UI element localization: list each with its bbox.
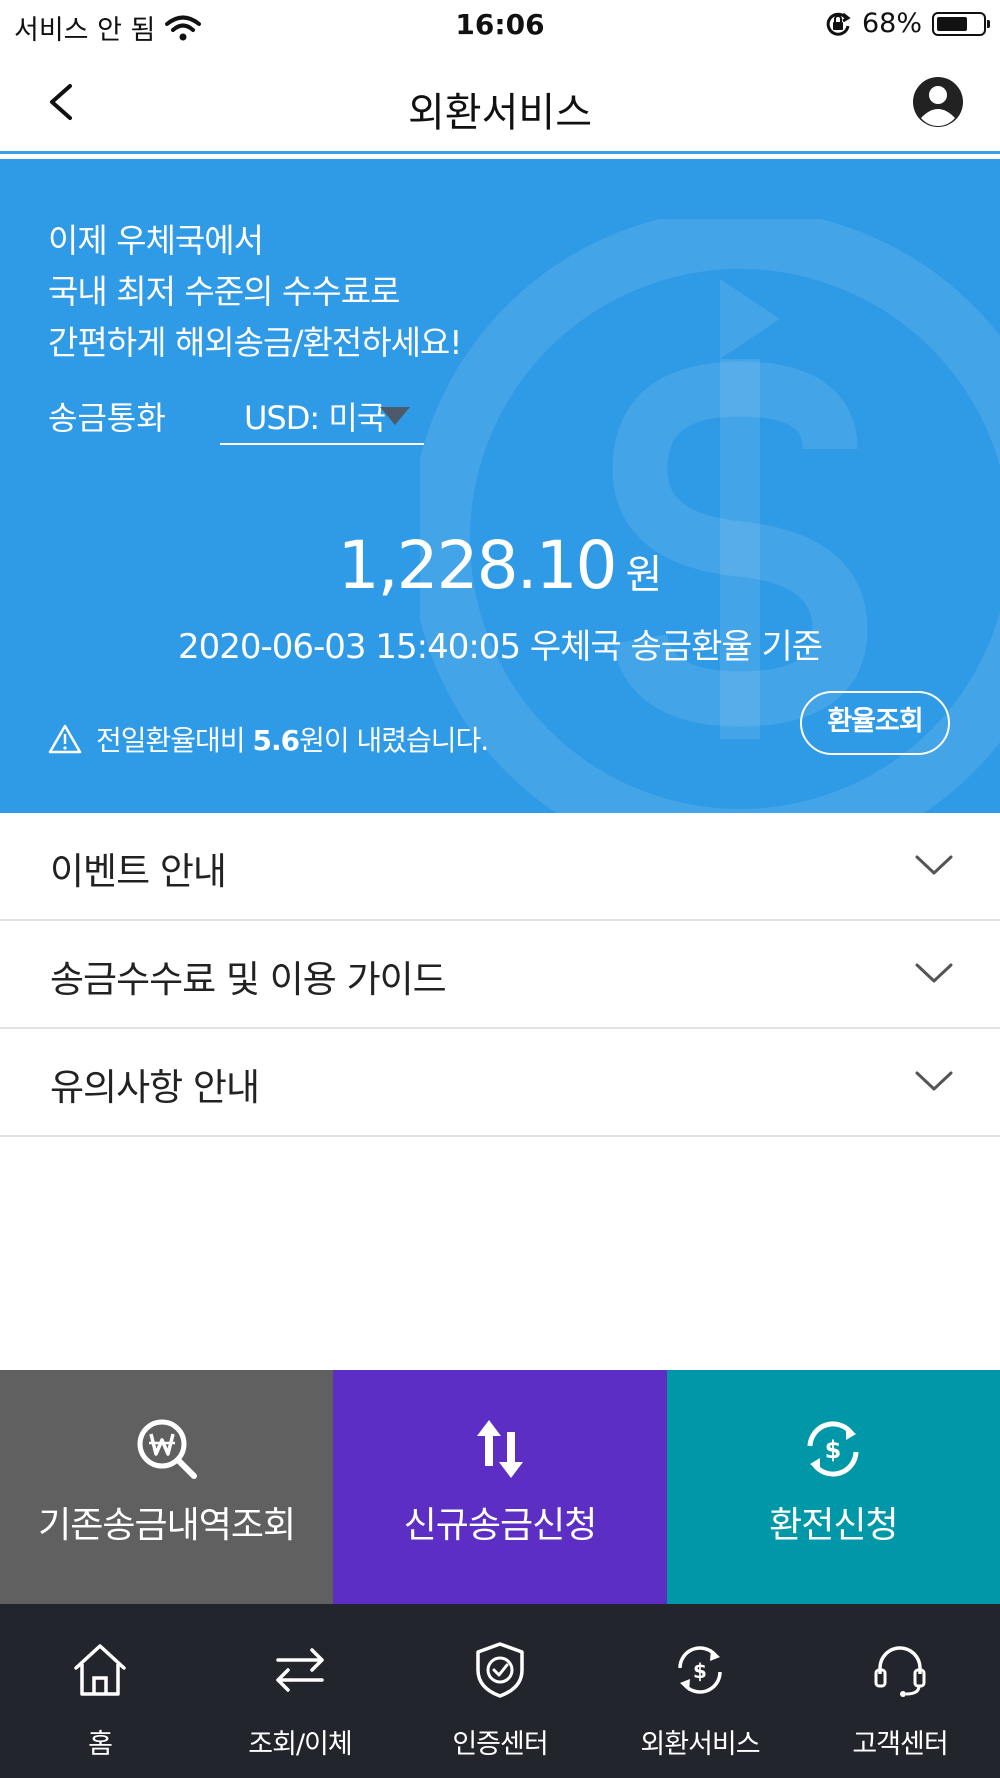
- status-right: 68%: [824, 8, 990, 39]
- accordion-label: 유의사항 안내: [50, 1066, 260, 1109]
- profile-button[interactable]: [912, 76, 964, 128]
- tab-label: 고객센터: [852, 1729, 948, 1760]
- bottom-tab-bar: 홈 조회/이체 인증센터 $ 외환서비스 고객센터: [0, 1604, 1000, 1778]
- currency-value: USD: 미국: [244, 399, 386, 437]
- home-icon: [74, 1644, 126, 1696]
- hero-line-1: 이제 우체국에서: [48, 221, 264, 260]
- exchange-dollar-icon: $: [807, 1421, 859, 1477]
- rate-lookup-button[interactable]: 환율조회: [800, 691, 950, 755]
- rate-value: 1,228.10: [337, 527, 618, 604]
- orientation-lock-icon: [826, 12, 851, 36]
- caret-down-icon: [380, 407, 410, 425]
- change-suffix: 원이 내렸습니다.: [299, 724, 489, 757]
- hero-line-2: 국내 최저 수준의 수수료로: [48, 272, 400, 311]
- tab-label: 홈: [88, 1729, 113, 1760]
- transfer-arrows-icon: [476, 1420, 523, 1478]
- chevron-down-icon: [915, 1071, 953, 1091]
- accordion-fee-guide[interactable]: 송금수수료 및 이용 가이드: [0, 921, 1000, 1029]
- currency-exchange-button[interactable]: $ 환전신청: [666, 1370, 1000, 1604]
- chevron-down-icon: [915, 855, 953, 875]
- tab-customer-center[interactable]: 고객센터: [800, 1604, 1000, 1778]
- battery-icon: [932, 11, 990, 36]
- remittance-history-button[interactable]: 기존송금내역조회: [0, 1370, 334, 1604]
- action-buttons: 기존송금내역조회 신규송금신청 $ 환전신청: [0, 1370, 1000, 1604]
- tab-inquiry-transfer[interactable]: 조회/이체: [200, 1604, 400, 1778]
- status-bar: 서비스 안 됨 16:06 68%: [0, 0, 1000, 50]
- accordion-notice[interactable]: 유의사항 안내: [0, 1029, 1000, 1137]
- tab-label: 조회/이체: [248, 1729, 352, 1760]
- action-label: 기존송금내역조회: [38, 1505, 296, 1546]
- page-title: 외환서비스: [408, 90, 592, 136]
- won-search-icon: [137, 1419, 197, 1479]
- battery-percent: 68%: [861, 8, 922, 39]
- accordion-label: 이벤트 안내: [50, 850, 227, 893]
- accordion-label: 송금수수료 및 이용 가이드: [50, 958, 447, 1001]
- action-label: 환전신청: [769, 1505, 898, 1546]
- change-prefix: 전일환율대비: [96, 724, 246, 757]
- exchange-dollar-icon: $: [678, 1646, 722, 1694]
- shield-check-icon: [476, 1642, 524, 1698]
- hero-message: 이제 우체국에서 국내 최저 수준의 수수료로 간편하게 해외송금/환전하세요!: [48, 215, 463, 368]
- warning-icon: [48, 724, 82, 754]
- rate-change-notice: 전일환율대비 5.6원이 내렸습니다.: [48, 719, 489, 759]
- tab-label: 인증센터: [452, 1729, 548, 1760]
- change-amount: 5.6: [252, 724, 300, 757]
- new-remittance-button[interactable]: 신규송금신청: [333, 1370, 667, 1604]
- currency-label: 송금통화: [48, 399, 166, 437]
- user-icon: [913, 77, 963, 127]
- action-label: 신규송금신청: [403, 1505, 598, 1546]
- app-header: 외환서비스: [0, 50, 1000, 154]
- transfer-icon: [276, 1648, 324, 1692]
- rate-unit: 원: [625, 552, 663, 598]
- chevron-down-icon: [915, 963, 953, 983]
- hero-line-3: 간편하게 해외송금/환전하세요!: [48, 323, 463, 362]
- battery-fill: [937, 16, 967, 31]
- tab-home[interactable]: 홈: [0, 1604, 200, 1778]
- headset-icon: [874, 1646, 926, 1697]
- accordion-event-info[interactable]: 이벤트 안내: [0, 813, 1000, 921]
- svg-text:$: $: [825, 1436, 842, 1464]
- exchange-rate: 1,228.10 원: [0, 527, 1000, 604]
- rate-timestamp: 2020-06-03 15:40:05 우체국 송금환율 기준: [177, 627, 823, 667]
- exchange-rate-hero: 이제 우체국에서 국내 최저 수준의 수수료로 간편하게 해외송금/환전하세요!…: [0, 159, 1000, 813]
- tab-certificate-center[interactable]: 인증센터: [400, 1604, 600, 1778]
- tab-foreign-exchange[interactable]: $ 외환서비스: [600, 1604, 800, 1778]
- tab-label: 외환서비스: [640, 1729, 760, 1760]
- svg-text:$: $: [693, 1659, 707, 1683]
- currency-select[interactable]: USD: 미국: [220, 379, 424, 445]
